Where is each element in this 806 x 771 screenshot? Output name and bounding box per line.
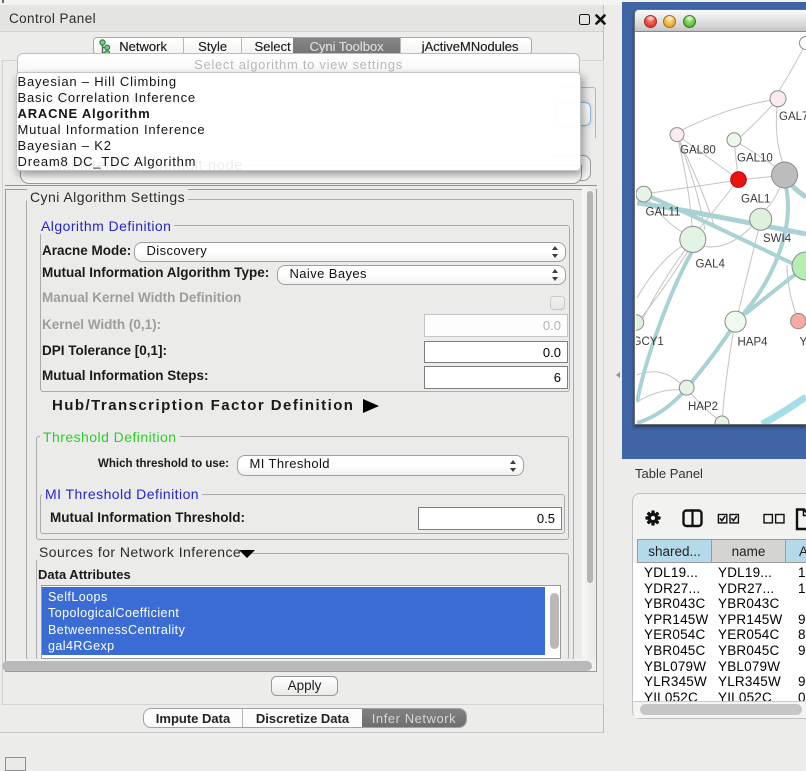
svg-text:SWI4: SWI4 — [763, 233, 792, 245]
svg-text:YJ: YJ — [800, 337, 806, 349]
svg-text:GAL7: GAL7 — [779, 111, 806, 123]
svg-text:HAP2: HAP2 — [688, 401, 718, 413]
svg-text:GAL1: GAL1 — [741, 194, 770, 206]
svg-text:GAL80: GAL80 — [680, 145, 716, 157]
svg-text:GAL11: GAL11 — [646, 207, 681, 219]
svg-text:GAL4: GAL4 — [696, 259, 726, 271]
svg-text:HAP4: HAP4 — [738, 337, 769, 349]
svg-text:GCY1: GCY1 — [636, 336, 664, 348]
svg-text:GAL10: GAL10 — [737, 153, 773, 165]
